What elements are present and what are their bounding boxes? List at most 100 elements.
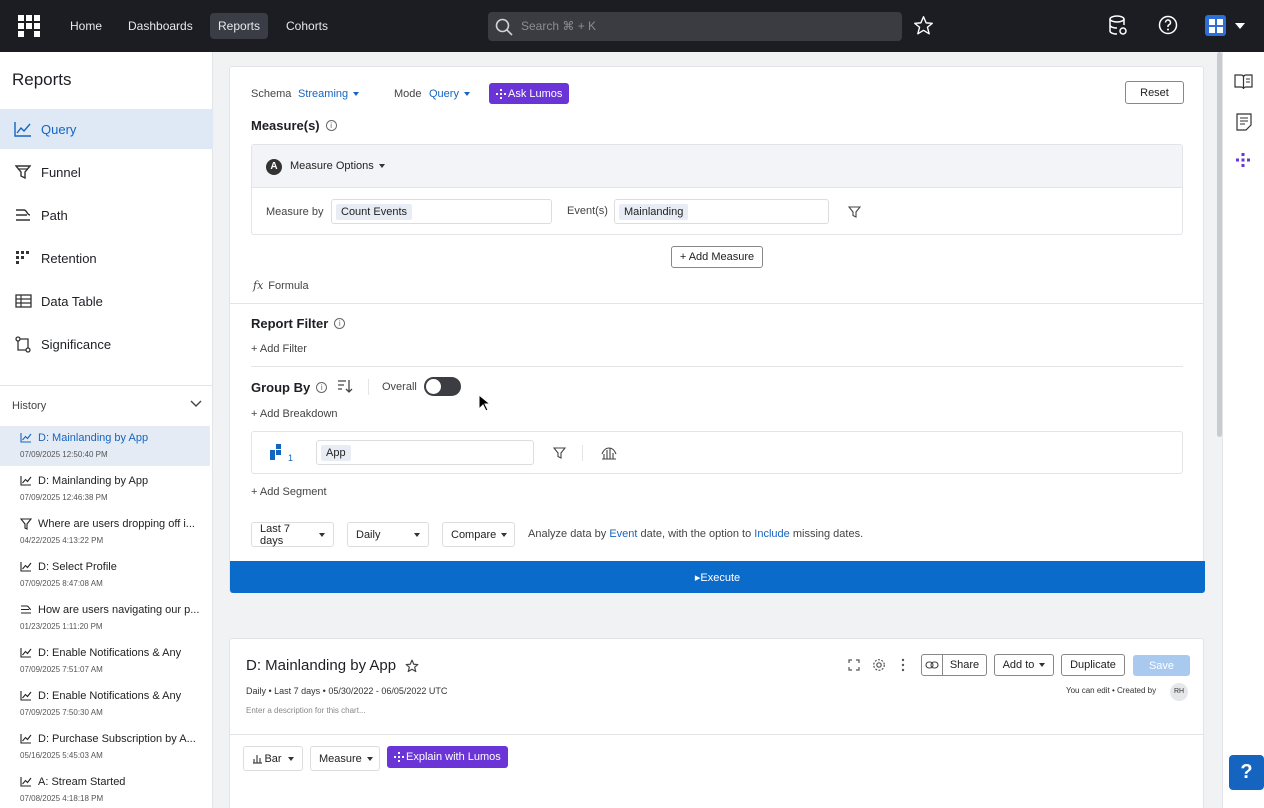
history-item[interactable]: A: Stream Started 07/08/2025 4:18:18 PM [0, 770, 210, 808]
history-item-title: D: Mainlanding by App [20, 475, 204, 487]
duplicate-button[interactable]: Duplicate [1061, 654, 1125, 676]
fullscreen-icon[interactable] [848, 659, 860, 671]
sidebar-item-funnel[interactable]: Funnel [0, 152, 213, 192]
history-item[interactable]: Where are users dropping off i... 04/22/2… [0, 512, 210, 552]
compare-value: Compare [451, 528, 497, 541]
book-icon[interactable] [1234, 74, 1253, 90]
retention-icon [14, 249, 32, 267]
schema-label: Schema [251, 88, 292, 100]
measure-by-chip[interactable]: Count Events [336, 204, 413, 220]
avatar[interactable]: RH [1170, 683, 1188, 701]
history-item[interactable]: D: Select Profile 07/09/2025 8:47:08 AM [0, 555, 210, 595]
lumos-icon[interactable] [1236, 153, 1250, 167]
nav-dashboards[interactable]: Dashboards [120, 13, 201, 39]
explain-lumos-button[interactable]: Explain with Lumos [387, 746, 508, 768]
history-item[interactable]: D: Mainlanding by App 07/09/2025 12:50:40… [0, 426, 210, 466]
sidebar-item-label: Data Table [41, 293, 103, 309]
star-icon[interactable] [405, 659, 419, 673]
gear-icon[interactable] [872, 658, 886, 672]
formula-button[interactable]: fx Formula [253, 279, 309, 292]
right-rail [1222, 52, 1264, 808]
history-item[interactable]: D: Enable Notifications & Any 07/09/2025 … [0, 641, 210, 681]
sidebar-item-significance[interactable]: Significance [0, 324, 213, 364]
history-item-label: A: Stream Started [38, 776, 126, 788]
history-item-date: 04/22/2025 4:13:22 PM [20, 536, 104, 545]
add-segment-link[interactable]: + Add Segment [251, 486, 327, 498]
path-icon [14, 206, 32, 224]
analyze-text-part: Analyze data by [528, 528, 607, 540]
measure-by-field[interactable]: Count Events [331, 199, 552, 224]
measure-box-header: A Measure Options [252, 145, 1182, 188]
history-header[interactable]: History [12, 400, 202, 412]
sort-icon[interactable] [337, 379, 353, 394]
event-chip[interactable]: Mainlanding [619, 204, 689, 220]
analyze-text-part: date, with the option to [640, 528, 752, 540]
more-options-icon[interactable] [901, 658, 905, 672]
table-icon [14, 292, 32, 310]
mode-dropdown[interactable]: Query [429, 88, 470, 100]
nav-reports[interactable]: Reports [210, 13, 269, 39]
distribution-icon[interactable] [601, 445, 617, 460]
measure-options-dropdown[interactable]: Measure Options [290, 160, 385, 172]
add-filter-link[interactable]: + Add Filter [251, 343, 307, 355]
caret-down-icon [414, 532, 420, 537]
info-icon[interactable]: i [334, 318, 346, 329]
database-icon[interactable] [1108, 15, 1128, 36]
sidebar-item-path[interactable]: Path [0, 195, 213, 235]
sidebar-item-data-table[interactable]: Data Table [0, 281, 213, 321]
segment-chip[interactable]: App [321, 445, 351, 461]
app-logo-icon[interactable] [18, 15, 40, 37]
sidebar-item-query[interactable]: Query [0, 109, 213, 149]
date-range-value: Last 7 days [260, 522, 290, 547]
compare-select[interactable]: Compare [442, 522, 515, 547]
analyze-event-link[interactable]: Event [609, 528, 637, 540]
line-chart-icon [20, 690, 32, 702]
history-item[interactable]: D: Enable Notifications & Any 07/09/2025 … [0, 684, 210, 724]
execute-button[interactable]: ▸Execute [230, 561, 1205, 593]
history-item-label: Where are users dropping off i... [38, 518, 195, 530]
nav-cohorts[interactable]: Cohorts [278, 13, 336, 39]
chart-description-input[interactable]: Enter a description for this chart... [246, 706, 366, 715]
nav-home[interactable]: Home [62, 13, 110, 39]
search-input[interactable]: Search ⌘ + K [488, 12, 902, 41]
history-item[interactable]: How are users navigating our p... 01/23/2… [0, 598, 210, 638]
history-item-date: 01/23/2025 1:11:20 PM [20, 622, 103, 631]
app-switcher-icon[interactable] [1205, 15, 1226, 36]
schema-dropdown[interactable]: Streaming [298, 88, 360, 100]
chevron-down-icon[interactable] [190, 400, 202, 408]
link-icon[interactable] [921, 654, 943, 676]
help-chat-button[interactable]: ? [1229, 755, 1264, 790]
info-icon[interactable]: i [316, 382, 328, 393]
add-to-button[interactable]: Add to [994, 654, 1054, 676]
filter-icon[interactable] [848, 206, 861, 219]
share-button[interactable]: Share [942, 654, 987, 676]
notes-icon[interactable] [1236, 113, 1252, 131]
history-item[interactable]: D: Mainlanding by App 07/09/2025 12:46:38… [0, 469, 210, 509]
ask-lumos-button[interactable]: Ask Lumos [489, 83, 570, 104]
info-icon[interactable]: i [325, 120, 337, 131]
filter-icon[interactable] [553, 447, 566, 460]
measure-select[interactable]: Measure [310, 746, 380, 771]
sidebar-item-label: Query [41, 121, 77, 137]
account-dropdown-icon[interactable] [1235, 23, 1245, 29]
analyze-include-link[interactable]: Include [754, 528, 789, 540]
events-field[interactable]: Mainlanding [614, 199, 829, 224]
help-icon[interactable] [1158, 15, 1178, 35]
history-item-label: How are users navigating our p... [38, 604, 200, 616]
segment-field[interactable]: App [316, 440, 534, 465]
caret-down-icon [353, 92, 360, 96]
history-item-date: 07/09/2025 12:46:38 PM [20, 493, 108, 502]
add-breakdown-link[interactable]: + Add Breakdown [251, 408, 338, 420]
date-range-select[interactable]: Last 7 days [251, 522, 334, 547]
star-icon[interactable] [913, 15, 934, 36]
reset-button[interactable]: Reset [1125, 81, 1184, 104]
save-button[interactable]: Save [1133, 655, 1190, 676]
divider [582, 445, 583, 461]
caret-down-icon [378, 164, 385, 168]
overall-toggle[interactable] [424, 377, 461, 396]
history-item[interactable]: D: Purchase Subscription by A... 05/16/20… [0, 727, 210, 767]
chart-type-select[interactable]: Bar [243, 746, 303, 771]
sidebar-item-retention[interactable]: Retention [0, 238, 213, 278]
add-measure-button[interactable]: + Add Measure [671, 246, 763, 268]
interval-select[interactable]: Daily [347, 522, 429, 547]
